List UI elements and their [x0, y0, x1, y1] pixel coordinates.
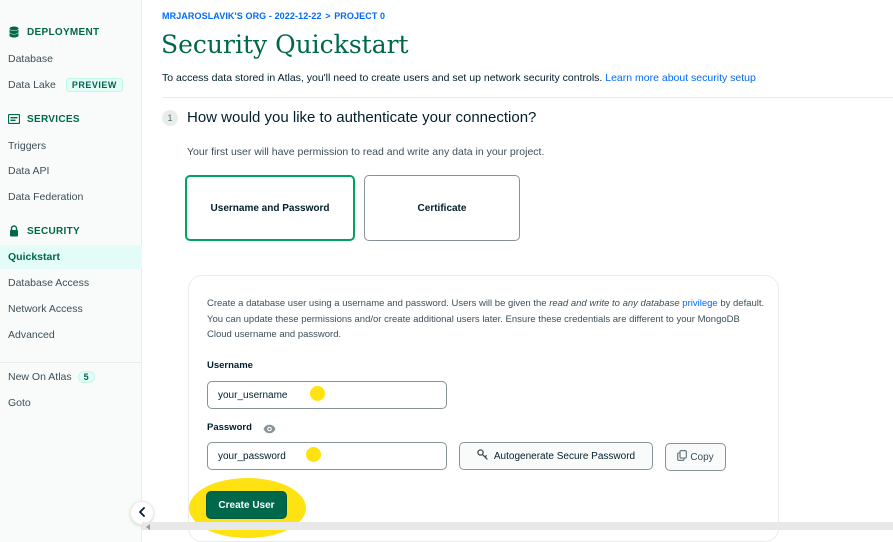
sidebar-divider — [0, 362, 142, 363]
auth-option-certificate[interactable]: Certificate — [364, 175, 520, 241]
sidebar-item-database[interactable]: Database — [8, 53, 53, 65]
step-number: 1 — [162, 110, 178, 126]
username-label: Username — [207, 360, 253, 371]
sidebar-heading-services: SERVICES — [27, 113, 80, 125]
username-input[interactable] — [207, 381, 447, 409]
autogenerate-password-button[interactable]: Autogenerate Secure Password — [459, 442, 653, 470]
step-question: How would you like to authenticate your … — [187, 109, 537, 126]
services-icon — [8, 113, 20, 125]
breadcrumb-org[interactable]: MRJAROSLAVIK'S ORG - 2022-12-22 — [162, 11, 322, 21]
copy-button[interactable]: Copy — [665, 443, 726, 471]
sidebar-item-database-access[interactable]: Database Access — [8, 277, 89, 289]
copy-icon — [677, 450, 688, 464]
privilege-link[interactable]: privilege — [682, 298, 717, 309]
password-input[interactable] — [207, 442, 447, 470]
highlight-marker — [310, 386, 325, 401]
sidebar-item-data-api[interactable]: Data API — [8, 165, 49, 177]
auth-option-username-password[interactable]: Username and Password — [185, 175, 355, 241]
sidebar-item-advanced[interactable]: Advanced — [8, 329, 55, 341]
learn-more-link[interactable]: Learn more about security setup — [605, 72, 756, 84]
autogenerate-label: Autogenerate Secure Password — [493, 450, 636, 462]
horizontal-scrollbar[interactable] — [142, 522, 893, 530]
lock-icon — [8, 225, 20, 237]
highlight-marker — [306, 447, 321, 462]
copy-label: Copy — [690, 451, 714, 463]
breadcrumb-separator: > — [325, 11, 331, 21]
sidebar-item-network-access[interactable]: Network Access — [8, 303, 83, 315]
preview-badge: PREVIEW — [65, 78, 123, 92]
desc-text-1: Create a database user using a username … — [207, 298, 547, 309]
intro-text: To access data stored in Atlas, you'll n… — [162, 72, 756, 84]
key-icon — [477, 449, 488, 463]
auth-option-label: Username and Password — [210, 202, 330, 214]
breadcrumb: MRJAROSLAVIK'S ORG - 2022-12-22 > PROJEC… — [162, 11, 385, 21]
header-divider — [162, 97, 893, 98]
sidebar-heading-security: SECURITY — [27, 225, 80, 237]
sidebar-section-security: SECURITY — [8, 225, 80, 237]
desc-emphasis: read and write to any database — [549, 298, 680, 309]
auth-option-label: Certificate — [417, 202, 467, 214]
sidebar-item-label: New On Atlas — [8, 371, 72, 383]
count-badge: 5 — [77, 371, 95, 383]
breadcrumb-project[interactable]: PROJECT 0 — [334, 11, 385, 21]
form-description: Create a database user using a username … — [207, 296, 767, 343]
step-subtext: Your first user will have permission to … — [187, 146, 545, 158]
sidebar-item-new-on-atlas[interactable]: New On Atlas 5 — [8, 371, 95, 383]
sidebar-section-deployment: DEPLOYMENT — [8, 26, 99, 38]
create-user-button[interactable]: Create User — [206, 491, 287, 519]
sidebar-item-goto[interactable]: Goto — [8, 397, 31, 409]
sidebar-item-quickstart[interactable]: Quickstart — [0, 245, 142, 269]
eye-icon[interactable] — [263, 422, 276, 434]
sidebar-heading-deployment: DEPLOYMENT — [27, 26, 100, 38]
sidebar-item-data-federation[interactable]: Data Federation — [8, 191, 83, 203]
sidebar: DEPLOYMENT Database Data Lake PREVIEW SER… — [0, 0, 142, 542]
sidebar-item-triggers[interactable]: Triggers — [8, 140, 46, 152]
sidebar-item-label: Data Lake — [8, 79, 56, 91]
database-icon — [8, 26, 20, 38]
sidebar-section-services: SERVICES — [8, 113, 80, 125]
scroll-left-arrow-icon[interactable] — [146, 524, 150, 530]
sidebar-item-data-lake[interactable]: Data Lake PREVIEW — [8, 78, 123, 92]
page-title: Security Quickstart — [161, 30, 409, 59]
chevron-left-icon — [138, 504, 146, 522]
intro-description: To access data stored in Atlas, you'll n… — [162, 72, 603, 84]
password-label: Password — [207, 422, 252, 433]
